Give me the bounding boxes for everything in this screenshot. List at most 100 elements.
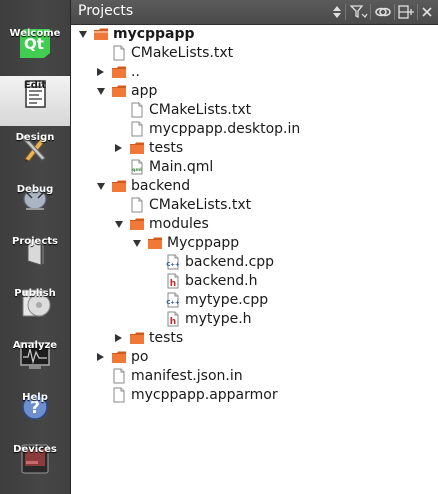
expand-arrow-down-icon[interactable] xyxy=(115,221,123,228)
mode-help[interactable]: ? Help xyxy=(0,388,70,438)
mode-label: Debug xyxy=(16,184,54,195)
file-icon xyxy=(131,102,143,118)
svg-text:h: h xyxy=(170,279,176,289)
mode-welcome[interactable]: Qt Welcome xyxy=(0,24,70,74)
mode-label: Devices xyxy=(13,444,57,455)
tree-item[interactable]: CMakeLists.txt xyxy=(71,196,438,215)
tree-item[interactable]: backend xyxy=(71,177,438,196)
pane-title: Projects xyxy=(78,3,134,19)
cpp-file-icon: C++ xyxy=(166,254,180,270)
tree-item[interactable]: tests xyxy=(71,329,438,348)
mode-publish[interactable]: Publish xyxy=(0,284,70,334)
tree-item-label: modules xyxy=(149,216,209,232)
sync-link-icon[interactable] xyxy=(375,4,391,20)
header-file-icon: h xyxy=(167,311,179,327)
tree-item-label: CMakeLists.txt xyxy=(131,45,234,61)
tree-item-label: backend.h xyxy=(185,273,258,289)
tree-item[interactable]: CMakeLists.txt xyxy=(71,101,438,120)
sort-arrows-icon[interactable] xyxy=(332,4,342,20)
folder-icon xyxy=(112,85,126,97)
tree-item-label: tests xyxy=(149,140,184,156)
folder-icon xyxy=(130,332,144,344)
mode-edit[interactable]: Edit xyxy=(0,76,70,126)
split-add-icon[interactable] xyxy=(398,4,414,20)
mode-label: Analyze xyxy=(12,340,58,351)
folder-icon xyxy=(130,218,144,230)
expand-arrow-right-icon[interactable] xyxy=(115,144,122,152)
svg-text:C++: C++ xyxy=(166,262,180,268)
tree-item[interactable]: mycppapp xyxy=(71,25,438,44)
tree-item-label: backend.cpp xyxy=(185,254,275,270)
tree-item[interactable]: mycppapp.apparmor xyxy=(71,386,438,405)
tree-item[interactable]: app xyxy=(71,82,438,101)
file-icon xyxy=(113,368,125,384)
toolbar-separator xyxy=(417,4,418,20)
folder-icon xyxy=(112,351,126,363)
tree-item-label: mycppapp.desktop.in xyxy=(149,121,301,137)
filter-icon[interactable] xyxy=(350,4,368,20)
mode-analyze[interactable]: Analyze xyxy=(0,336,70,386)
folder-icon xyxy=(94,28,108,40)
tree-item-label: manifest.json.in xyxy=(131,368,243,384)
svg-text:h: h xyxy=(170,317,176,327)
file-icon xyxy=(113,387,125,403)
expand-arrow-down-icon[interactable] xyxy=(97,88,105,95)
svg-text:C++: C++ xyxy=(166,300,180,306)
tree-item-label: backend xyxy=(131,178,191,194)
tree-item-label: app xyxy=(131,83,158,99)
tree-item[interactable]: Mycppapp xyxy=(71,234,438,253)
project-tree[interactable]: mycppapp CMakeLists.txt.. app CMakeLists.tx… xyxy=(71,25,438,494)
tree-item[interactable]: .. xyxy=(71,63,438,82)
tree-item[interactable]: h mytype.h xyxy=(71,310,438,329)
mode-label: Projects xyxy=(11,236,58,247)
folder-icon xyxy=(148,237,162,249)
tree-item[interactable]: CMakeLists.txt xyxy=(71,44,438,63)
mode-debug[interactable]: Debug xyxy=(0,180,70,230)
expand-arrow-right-icon[interactable] xyxy=(97,353,104,361)
tree-item-label: Main.qml xyxy=(149,159,214,175)
tree-item-label: CMakeLists.txt xyxy=(149,197,252,213)
tree-item-label: mycppapp xyxy=(113,26,195,42)
tree-item[interactable]: mycppapp.desktop.in xyxy=(71,120,438,139)
tree-item-label: tests xyxy=(149,330,184,346)
tree-item[interactable]: po xyxy=(71,348,438,367)
expand-arrow-down-icon[interactable] xyxy=(79,31,87,38)
toolbar-separator xyxy=(345,4,346,20)
tree-item-label: Mycppapp xyxy=(167,235,240,251)
tree-item-label: mytype.cpp xyxy=(185,292,269,308)
close-pane-icon[interactable] xyxy=(421,4,433,20)
mode-label: Design xyxy=(15,132,55,143)
toolbar-separator xyxy=(370,4,371,20)
expand-arrow-right-icon[interactable] xyxy=(115,334,122,342)
mode-label: Edit xyxy=(23,80,47,91)
tree-item[interactable]: h backend.h xyxy=(71,272,438,291)
mode-devices[interactable]: Devices xyxy=(0,440,70,490)
file-icon xyxy=(131,121,143,137)
tree-item[interactable]: C++ backend.cpp xyxy=(71,253,438,272)
tree-item-label: CMakeLists.txt xyxy=(149,102,252,118)
mode-design[interactable]: Design xyxy=(0,128,70,178)
tree-item[interactable]: C++ mytype.cpp xyxy=(71,291,438,310)
qml-file-icon: qml xyxy=(131,159,143,175)
tree-item-label: mytype.h xyxy=(185,311,252,327)
projects-pane-header: Projects xyxy=(71,0,438,25)
mode-label: Help xyxy=(22,392,48,403)
expand-arrow-down-icon[interactable] xyxy=(97,183,105,190)
mode-label: Publish xyxy=(14,288,56,299)
tree-item-label: mycppapp.apparmor xyxy=(131,387,278,403)
expand-arrow-right-icon[interactable] xyxy=(97,68,104,76)
mode-projects[interactable]: Projects xyxy=(0,232,70,282)
tree-item[interactable]: manifest.json.in xyxy=(71,367,438,386)
tree-item[interactable]: qml Main.qml xyxy=(71,158,438,177)
toolbar-separator xyxy=(394,4,395,20)
file-icon xyxy=(131,197,143,213)
svg-text:qml: qml xyxy=(132,167,142,173)
mode-sidebar: Qt Welcome Edit Design Debug Projects Pu… xyxy=(0,0,71,494)
tree-item[interactable]: tests xyxy=(71,139,438,158)
folder-icon xyxy=(130,142,144,154)
cpp-file-icon: C++ xyxy=(166,292,180,308)
folder-icon xyxy=(112,66,126,78)
folder-icon xyxy=(112,180,126,192)
expand-arrow-down-icon[interactable] xyxy=(133,240,141,247)
tree-item[interactable]: modules xyxy=(71,215,438,234)
